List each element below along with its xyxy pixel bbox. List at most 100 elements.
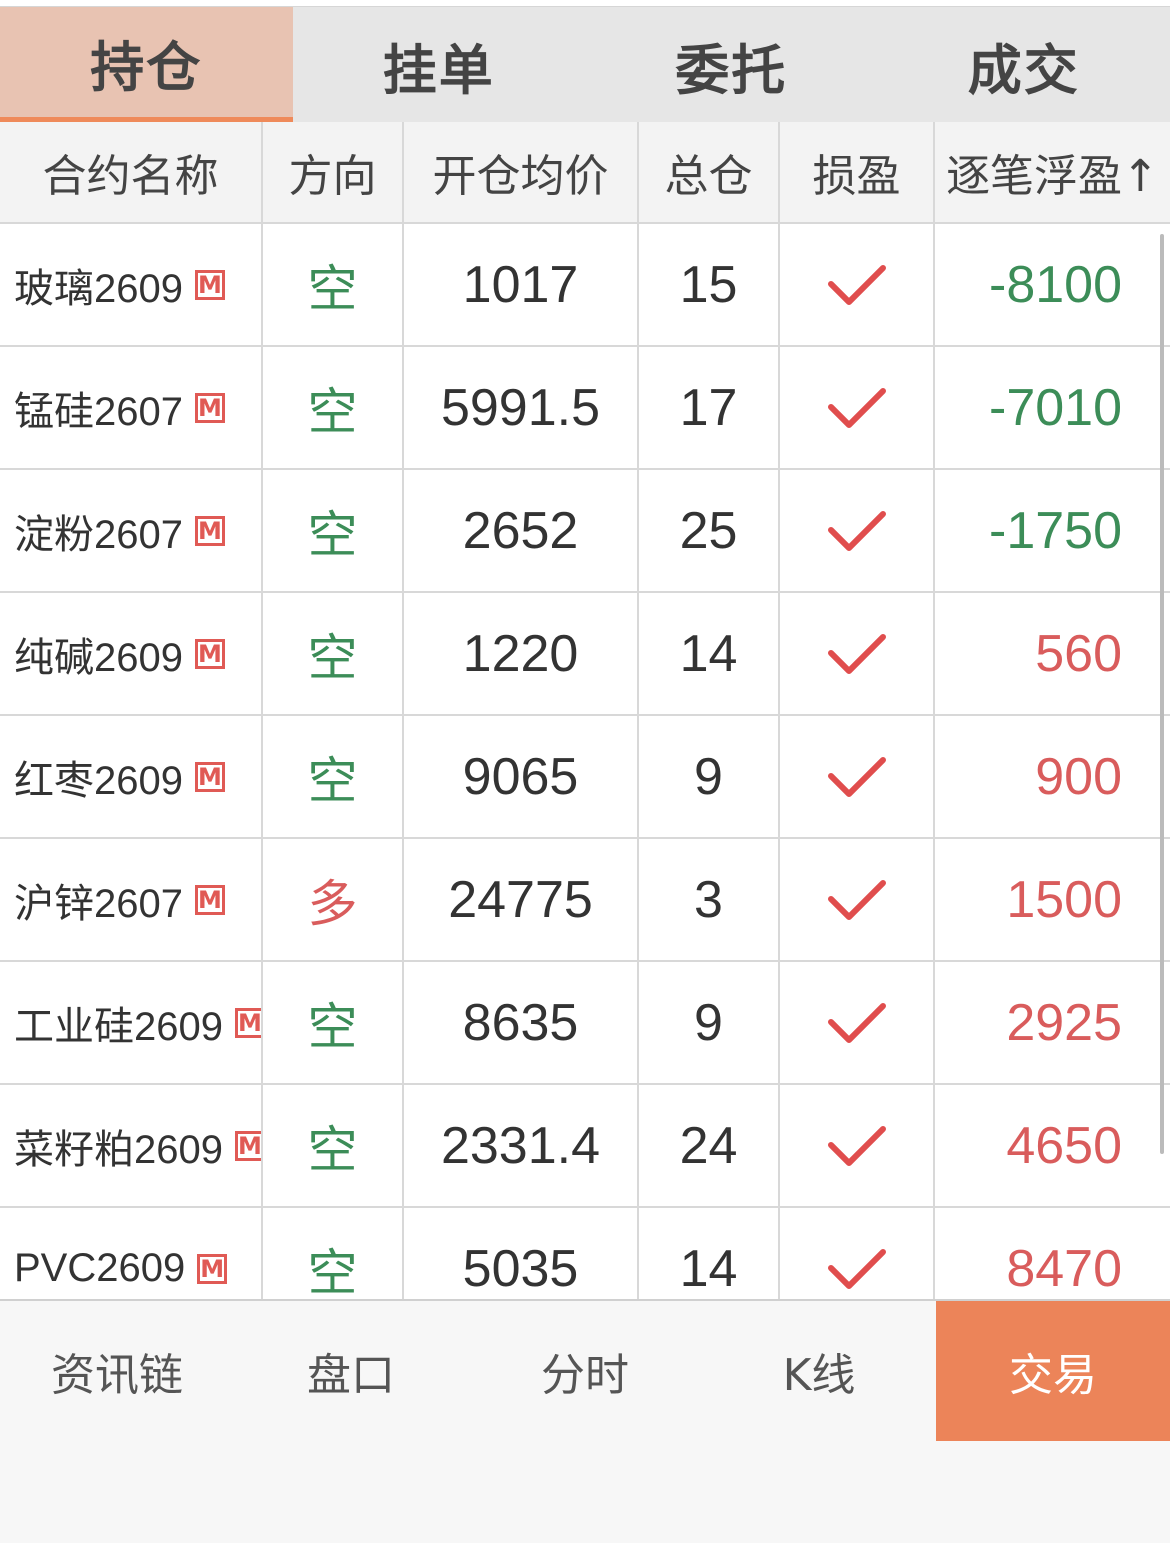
table-row[interactable]: 淀粉2607 M 空 2652 25 -1750 — [0, 470, 1170, 593]
col-header-avg-price[interactable]: 开仓均价 — [404, 122, 639, 222]
contract-name: 菜籽粕2609 — [14, 1127, 223, 1172]
total-position-cell: 14 — [639, 593, 780, 714]
positions-table: 玻璃2609 M 空 1017 15 -8100 锰硅2607 M 空 5991.5 17 -7010… — [0, 224, 1170, 1299]
stop-profit-cell[interactable] — [780, 839, 935, 960]
m-badge-icon: M — [194, 269, 225, 300]
total-position-cell: 9 — [639, 962, 780, 1083]
total-position-cell: 15 — [639, 224, 780, 345]
nav-trade[interactable]: 交易 — [936, 1301, 1170, 1441]
stop-profit-cell[interactable] — [780, 347, 935, 468]
contract-name: 工业硅2609 — [14, 1004, 223, 1049]
col-header-float-pnl[interactable]: 逐笔浮盈↑ — [935, 122, 1170, 222]
avg-price-cell: 2331.4 — [404, 1085, 639, 1206]
stop-profit-cell[interactable] — [780, 1085, 935, 1206]
contract-name-cell[interactable]: 锰硅2607 M — [0, 347, 263, 468]
direction-cell: 多 — [263, 839, 404, 960]
table-row[interactable]: 沪锌2607 M 多 24775 3 1500 — [0, 839, 1170, 962]
scrollbar[interactable] — [1160, 234, 1164, 1154]
contract-name-cell[interactable]: 玻璃2609 M — [0, 224, 263, 345]
nav-kline[interactable]: K线 — [702, 1301, 936, 1441]
check-icon — [827, 633, 886, 674]
avg-price-cell: 5035 — [404, 1208, 639, 1299]
total-position-cell: 24 — [639, 1085, 780, 1206]
direction-cell: 空 — [263, 1085, 404, 1206]
m-badge-icon: M — [234, 1007, 261, 1038]
total-position-cell: 25 — [639, 470, 780, 591]
stop-profit-cell[interactable] — [780, 224, 935, 345]
stop-profit-cell[interactable] — [780, 962, 935, 1083]
contract-name-cell[interactable]: 纯碱2609 M — [0, 593, 263, 714]
float-pnl-cell: 560 — [1035, 624, 1122, 683]
nav-order-book[interactable]: 盘口 — [234, 1301, 468, 1441]
stop-profit-cell[interactable] — [780, 470, 935, 591]
bottom-nav: 资讯链 盘口 分时 K线 交易 — [0, 1299, 1170, 1543]
float-pnl-cell: 4650 — [1006, 1116, 1122, 1175]
table-row[interactable]: 工业硅2609 M 空 8635 9 2925 — [0, 962, 1170, 1085]
table-row[interactable]: 菜籽粕2609 M 空 2331.4 24 4650 — [0, 1085, 1170, 1208]
direction-cell: 空 — [263, 224, 404, 345]
contract-name-cell[interactable]: 菜籽粕2609 M — [0, 1085, 263, 1206]
tab-orders[interactable]: 委托 — [585, 7, 878, 123]
contract-name: 玻璃2609 — [14, 266, 183, 311]
stop-profit-cell[interactable] — [780, 1208, 935, 1299]
avg-price-cell: 8635 — [404, 962, 639, 1083]
top-tab-bar: 持仓 挂单 委托 成交 — [0, 6, 1170, 123]
col-header-total[interactable]: 总仓 — [639, 122, 780, 222]
contract-name-cell[interactable]: PVC2609 M — [0, 1208, 263, 1299]
stop-profit-cell[interactable] — [780, 716, 935, 837]
contract-name: 锰硅2607 — [14, 389, 183, 434]
avg-price-cell: 5991.5 — [404, 347, 639, 468]
check-icon — [827, 756, 886, 797]
check-icon — [827, 264, 886, 305]
total-position-cell: 17 — [639, 347, 780, 468]
direction-cell: 空 — [263, 593, 404, 714]
m-badge-icon: M — [194, 761, 225, 792]
check-icon — [827, 510, 886, 551]
total-position-cell: 14 — [639, 1208, 780, 1299]
contract-name-cell[interactable]: 红枣2609 M — [0, 716, 263, 837]
contract-name: 红枣2609 — [14, 758, 183, 803]
direction-cell: 空 — [263, 347, 404, 468]
direction-cell: 空 — [263, 1208, 404, 1299]
total-position-cell: 9 — [639, 716, 780, 837]
float-pnl-cell: 900 — [1035, 747, 1122, 806]
float-pnl-cell: 2925 — [1006, 993, 1122, 1052]
nav-news-chain[interactable]: 资讯链 — [0, 1301, 234, 1441]
check-icon — [827, 387, 886, 428]
tab-trades[interactable]: 成交 — [878, 7, 1170, 123]
float-pnl-cell: -1750 — [989, 501, 1122, 560]
m-badge-icon: M — [234, 1130, 261, 1161]
contract-name: 纯碱2609 — [14, 635, 183, 680]
table-row[interactable]: 玻璃2609 M 空 1017 15 -8100 — [0, 224, 1170, 347]
col-header-stop-profit[interactable]: 损盈 — [780, 122, 935, 222]
float-pnl-cell: -8100 — [989, 255, 1122, 314]
tab-positions[interactable]: 持仓 — [0, 7, 293, 123]
table-header: 合约名称 方向 开仓均价 总仓 损盈 逐笔浮盈↑ — [0, 122, 1170, 224]
m-badge-icon: M — [194, 884, 225, 915]
table-row[interactable]: 锰硅2607 M 空 5991.5 17 -7010 — [0, 347, 1170, 470]
contract-name: PVC2609 — [14, 1246, 186, 1290]
avg-price-cell: 1220 — [404, 593, 639, 714]
col-header-direction[interactable]: 方向 — [263, 122, 404, 222]
check-icon — [827, 1248, 886, 1289]
float-pnl-cell: 8470 — [1006, 1239, 1122, 1298]
contract-name-cell[interactable]: 沪锌2607 M — [0, 839, 263, 960]
contract-name-cell[interactable]: 工业硅2609 M — [0, 962, 263, 1083]
table-row[interactable]: 纯碱2609 M 空 1220 14 560 — [0, 593, 1170, 716]
float-pnl-cell: 1500 — [1006, 870, 1122, 929]
contract-name-cell[interactable]: 淀粉2607 M — [0, 470, 263, 591]
float-pnl-cell: -7010 — [989, 378, 1122, 437]
contract-name: 淀粉2607 — [14, 512, 183, 557]
nav-intraday[interactable]: 分时 — [468, 1301, 702, 1441]
check-icon — [827, 879, 886, 920]
tab-pending-orders[interactable]: 挂单 — [293, 7, 586, 123]
col-header-contract[interactable]: 合约名称 — [0, 122, 263, 222]
check-icon — [827, 1125, 886, 1166]
stop-profit-cell[interactable] — [780, 593, 935, 714]
table-row[interactable]: PVC2609 M 空 5035 14 8470 — [0, 1208, 1170, 1299]
avg-price-cell: 2652 — [404, 470, 639, 591]
avg-price-cell: 24775 — [404, 839, 639, 960]
check-icon — [827, 1002, 886, 1043]
table-row[interactable]: 红枣2609 M 空 9065 9 900 — [0, 716, 1170, 839]
m-badge-icon: M — [197, 1253, 228, 1284]
